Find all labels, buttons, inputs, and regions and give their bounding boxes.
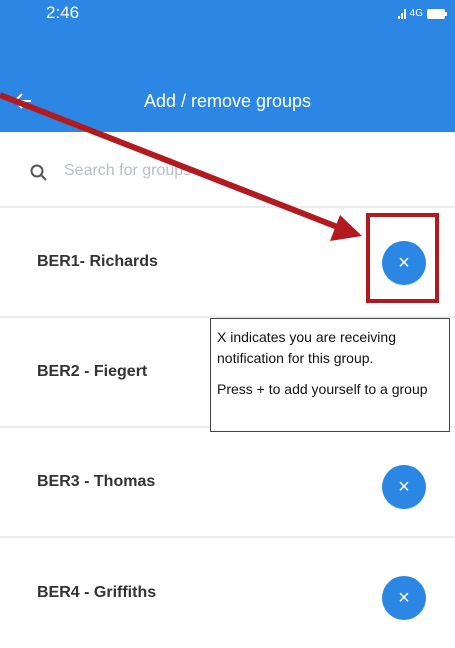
status-bar: 2:46 4G (0, 0, 455, 84)
group-name: BER1- Richards (37, 253, 158, 270)
group-name: BER3 - Thomas (37, 473, 156, 490)
list-item: BER4 - Griffiths × (0, 538, 455, 648)
status-indicators: 4G (397, 8, 447, 19)
group-name: BER4 - Griffiths (37, 584, 157, 601)
search-input[interactable] (62, 156, 426, 186)
signal-icon (397, 8, 406, 19)
app-bar: Add / remove groups (0, 84, 455, 132)
network-type: 4G (409, 8, 423, 19)
battery-icon (427, 8, 447, 19)
remove-group-button[interactable]: × (382, 576, 426, 620)
group-name: BER2 - Fiegert (37, 363, 148, 380)
highlight-box (366, 213, 439, 303)
annotation-callout: X indicates you are receiving notificati… (210, 318, 450, 432)
status-time: 2:46 (46, 3, 80, 22)
list-item: BER3 - Thomas × (0, 428, 455, 538)
page-title: Add / remove groups (143, 91, 312, 111)
callout-text-1: X indicates you are receiving notificati… (217, 329, 396, 366)
callout-text-2: Press + to add yourself to a group (217, 381, 428, 397)
search-bar (0, 132, 455, 208)
remove-group-button[interactable]: × (382, 465, 426, 509)
search-icon (30, 164, 48, 187)
